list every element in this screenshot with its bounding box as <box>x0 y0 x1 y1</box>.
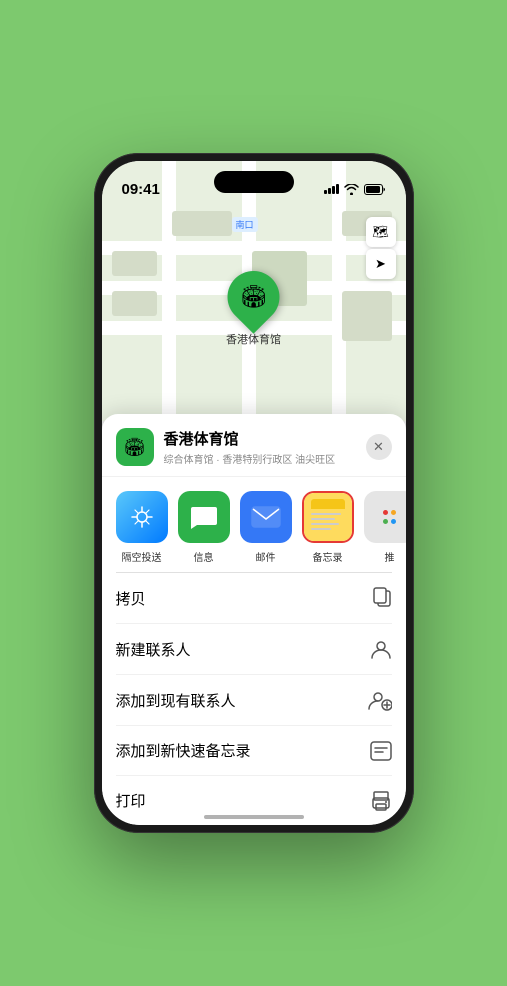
add-contact-label: 添加到现有联系人 <box>116 690 236 711</box>
new-contact-label: 新建联系人 <box>116 639 191 660</box>
map-label: 南口 <box>232 217 258 232</box>
map-controls: 🗺 ➤ <box>366 217 396 279</box>
copy-icon <box>372 587 392 609</box>
wifi-icon <box>344 184 359 195</box>
mail-icon <box>240 491 292 543</box>
add-contact-icon <box>368 689 392 711</box>
quick-note-label: 添加到新快速备忘录 <box>116 740 251 761</box>
bottom-sheet: 🏟 香港体育馆 综合体育馆 · 香港特别行政区 油尖旺区 ✕ <box>102 414 406 825</box>
quick-note-icon <box>370 741 392 761</box>
messages-icon <box>178 491 230 543</box>
location-pin: 🏟 香港体育馆 <box>226 271 281 347</box>
more-icon <box>364 491 406 543</box>
venue-pin-icon: 🏟 <box>240 284 268 310</box>
print-label: 打印 <box>116 790 146 811</box>
share-airdrop[interactable]: 隔空投送 <box>116 491 168 564</box>
mail-label: 邮件 <box>256 549 276 564</box>
share-messages[interactable]: 信息 <box>178 491 230 564</box>
location-button[interactable]: ➤ <box>366 249 396 279</box>
airdrop-label: 隔空投送 <box>122 549 162 564</box>
share-more[interactable]: 推 <box>364 491 406 564</box>
action-list: 拷贝 新建联系人 添加到现有联系人 <box>102 572 406 825</box>
notes-label: 备忘录 <box>313 549 343 564</box>
action-new-contact[interactable]: 新建联系人 <box>116 623 392 674</box>
signal-icon <box>324 184 339 194</box>
copy-label: 拷贝 <box>116 588 146 609</box>
venue-info: 香港体育馆 综合体育馆 · 香港特别行政区 油尖旺区 <box>164 428 366 466</box>
venue-icon: 🏟 <box>116 428 154 466</box>
action-add-contact[interactable]: 添加到现有联系人 <box>116 674 392 725</box>
dynamic-island <box>214 171 294 193</box>
messages-label: 信息 <box>194 549 214 564</box>
phone-frame: 09:41 <box>94 153 414 833</box>
share-row: 隔空投送 信息 <box>102 477 406 572</box>
map-view-button[interactable]: 🗺 <box>366 217 396 247</box>
pin-circle: 🏟 <box>217 260 291 334</box>
share-notes[interactable]: 备忘录 <box>302 491 354 564</box>
print-icon <box>370 791 392 811</box>
venue-subtitle: 综合体育馆 · 香港特别行政区 油尖旺区 <box>164 451 366 466</box>
status-icons <box>324 184 386 195</box>
status-time: 09:41 <box>122 181 160 198</box>
close-button[interactable]: ✕ <box>366 434 392 460</box>
notes-icon <box>302 491 354 543</box>
more-label: 推 <box>385 549 395 564</box>
battery-icon <box>364 184 386 195</box>
airdrop-icon <box>116 491 168 543</box>
sheet-header: 🏟 香港体育馆 综合体育馆 · 香港特别行政区 油尖旺区 ✕ <box>102 414 406 477</box>
new-contact-icon <box>370 638 392 660</box>
action-quick-note[interactable]: 添加到新快速备忘录 <box>116 725 392 775</box>
home-indicator <box>204 815 304 819</box>
venue-name: 香港体育馆 <box>164 428 366 449</box>
share-mail[interactable]: 邮件 <box>240 491 292 564</box>
phone-screen: 09:41 <box>102 161 406 825</box>
action-copy[interactable]: 拷贝 <box>116 572 392 623</box>
